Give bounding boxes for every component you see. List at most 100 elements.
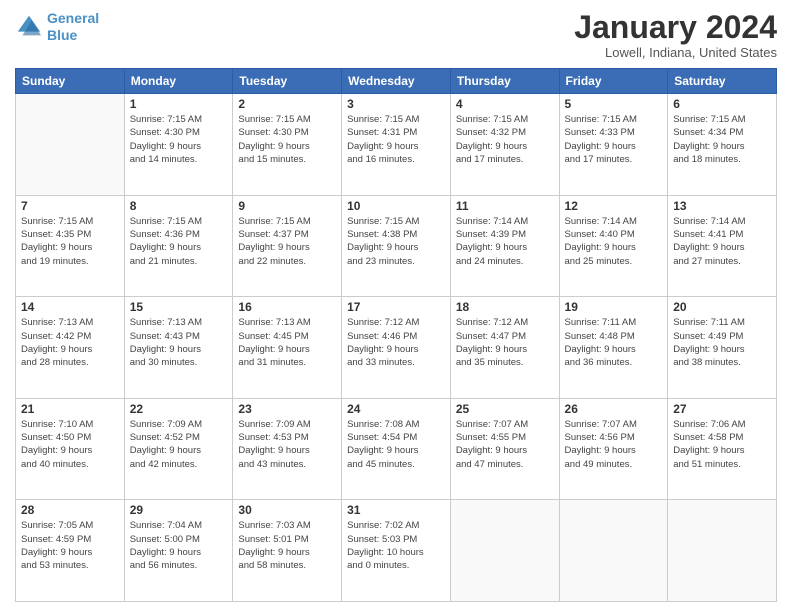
day-number: 11 [456, 199, 554, 213]
logo-line1: General [47, 10, 99, 26]
day-info: Sunrise: 7:06 AMSunset: 4:58 PMDaylight:… [673, 418, 771, 471]
day-number: 19 [565, 300, 663, 314]
day-number: 21 [21, 402, 119, 416]
day-header-wednesday: Wednesday [342, 69, 451, 94]
day-cell: 4 Sunrise: 7:15 AMSunset: 4:32 PMDaylight… [450, 94, 559, 196]
day-cell: 14Sunrise: 7:13 AMSunset: 4:42 PMDayligh… [16, 297, 125, 399]
calendar-table: SundayMondayTuesdayWednesdayThursdayFrid… [15, 68, 777, 602]
week-row-5: 28 Sunrise: 7:05 AMSunset: 4:59 PMDayligh… [16, 500, 777, 602]
day-cell: 21 Sunrise: 7:10 AMSunset: 4:50 PMDayligh… [16, 398, 125, 500]
location: Lowell, Indiana, United States [574, 45, 777, 60]
week-row-4: 21 Sunrise: 7:10 AMSunset: 4:50 PMDayligh… [16, 398, 777, 500]
day-info: Sunrise: 7:09 AMSunset: 4:53 PMDaylight:… [238, 418, 336, 471]
day-info: Sunrise: 7:10 AMSunset: 4:50 PMDaylight:… [21, 418, 119, 471]
day-cell: 27 Sunrise: 7:06 AMSunset: 4:58 PMDayligh… [668, 398, 777, 500]
day-cell: 18 Sunrise: 7:12 AMSunset: 4:47 PMDayligh… [450, 297, 559, 399]
day-info: Sunrise: 7:04 AMSunset: 5:00 PMDaylight:… [130, 519, 228, 572]
week-row-1: 1Sunrise: 7:15 AMSunset: 4:30 PMDaylight… [16, 94, 777, 196]
day-number: 28 [21, 503, 119, 517]
day-info: Sunrise: 7:15 AMSunset: 4:36 PMDaylight:… [130, 215, 228, 268]
day-cell: 30Sunrise: 7:03 AMSunset: 5:01 PMDayligh… [233, 500, 342, 602]
day-number: 9 [238, 199, 336, 213]
day-cell: 19 Sunrise: 7:11 AMSunset: 4:48 PMDayligh… [559, 297, 668, 399]
day-number: 2 [238, 97, 336, 111]
day-info: Sunrise: 7:12 AMSunset: 4:47 PMDaylight:… [456, 316, 554, 369]
day-header-thursday: Thursday [450, 69, 559, 94]
day-number: 22 [130, 402, 228, 416]
day-header-saturday: Saturday [668, 69, 777, 94]
day-info: Sunrise: 7:14 AMSunset: 4:39 PMDaylight:… [456, 215, 554, 268]
day-info: Sunrise: 7:07 AMSunset: 4:55 PMDaylight:… [456, 418, 554, 471]
day-info: Sunrise: 7:15 AMSunset: 4:37 PMDaylight:… [238, 215, 336, 268]
day-number: 6 [673, 97, 771, 111]
day-cell: 2 Sunrise: 7:15 AMSunset: 4:30 PMDaylight… [233, 94, 342, 196]
day-number: 14 [21, 300, 119, 314]
day-cell: 5 Sunrise: 7:15 AMSunset: 4:33 PMDaylight… [559, 94, 668, 196]
day-cell: 8 Sunrise: 7:15 AMSunset: 4:36 PMDaylight… [124, 195, 233, 297]
day-info: Sunrise: 7:13 AMSunset: 4:43 PMDaylight:… [130, 316, 228, 369]
day-number: 26 [565, 402, 663, 416]
logo-text: General Blue [47, 10, 99, 44]
day-cell: 25 Sunrise: 7:07 AMSunset: 4:55 PMDayligh… [450, 398, 559, 500]
day-cell: 16Sunrise: 7:13 AMSunset: 4:45 PMDayligh… [233, 297, 342, 399]
day-number: 18 [456, 300, 554, 314]
day-info: Sunrise: 7:05 AMSunset: 4:59 PMDaylight:… [21, 519, 119, 572]
day-info: Sunrise: 7:15 AMSunset: 4:30 PMDaylight:… [238, 113, 336, 166]
day-cell [559, 500, 668, 602]
day-info: Sunrise: 7:11 AMSunset: 4:48 PMDaylight:… [565, 316, 663, 369]
day-info: Sunrise: 7:02 AMSunset: 5:03 PMDaylight:… [347, 519, 445, 572]
logo-icon [15, 13, 43, 41]
day-info: Sunrise: 7:15 AMSunset: 4:35 PMDaylight:… [21, 215, 119, 268]
day-cell: 22 Sunrise: 7:09 AMSunset: 4:52 PMDayligh… [124, 398, 233, 500]
day-number: 31 [347, 503, 445, 517]
day-cell: 24Sunrise: 7:08 AMSunset: 4:54 PMDayligh… [342, 398, 451, 500]
day-info: Sunrise: 7:12 AMSunset: 4:46 PMDaylight:… [347, 316, 445, 369]
day-info: Sunrise: 7:15 AMSunset: 4:30 PMDaylight:… [130, 113, 228, 166]
day-info: Sunrise: 7:03 AMSunset: 5:01 PMDaylight:… [238, 519, 336, 572]
day-header-friday: Friday [559, 69, 668, 94]
day-number: 4 [456, 97, 554, 111]
day-number: 7 [21, 199, 119, 213]
day-info: Sunrise: 7:15 AMSunset: 4:32 PMDaylight:… [456, 113, 554, 166]
week-row-3: 14Sunrise: 7:13 AMSunset: 4:42 PMDayligh… [16, 297, 777, 399]
day-cell: 15Sunrise: 7:13 AMSunset: 4:43 PMDayligh… [124, 297, 233, 399]
day-number: 10 [347, 199, 445, 213]
day-number: 12 [565, 199, 663, 213]
logo-line2: Blue [47, 27, 77, 43]
day-info: Sunrise: 7:14 AMSunset: 4:40 PMDaylight:… [565, 215, 663, 268]
day-number: 23 [238, 402, 336, 416]
day-number: 3 [347, 97, 445, 111]
month-title: January 2024 [574, 10, 777, 45]
day-cell: 29Sunrise: 7:04 AMSunset: 5:00 PMDayligh… [124, 500, 233, 602]
page: General Blue January 2024 Lowell, Indian… [0, 0, 792, 612]
day-info: Sunrise: 7:09 AMSunset: 4:52 PMDaylight:… [130, 418, 228, 471]
day-number: 13 [673, 199, 771, 213]
day-cell: 7 Sunrise: 7:15 AMSunset: 4:35 PMDaylight… [16, 195, 125, 297]
logo: General Blue [15, 10, 99, 44]
day-info: Sunrise: 7:07 AMSunset: 4:56 PMDaylight:… [565, 418, 663, 471]
day-info: Sunrise: 7:14 AMSunset: 4:41 PMDaylight:… [673, 215, 771, 268]
day-cell [450, 500, 559, 602]
day-number: 17 [347, 300, 445, 314]
day-cell: 28 Sunrise: 7:05 AMSunset: 4:59 PMDayligh… [16, 500, 125, 602]
day-info: Sunrise: 7:15 AMSunset: 4:38 PMDaylight:… [347, 215, 445, 268]
day-cell: 17 Sunrise: 7:12 AMSunset: 4:46 PMDayligh… [342, 297, 451, 399]
day-info: Sunrise: 7:15 AMSunset: 4:31 PMDaylight:… [347, 113, 445, 166]
day-cell: 13 Sunrise: 7:14 AMSunset: 4:41 PMDayligh… [668, 195, 777, 297]
day-cell: 31 Sunrise: 7:02 AMSunset: 5:03 PMDayligh… [342, 500, 451, 602]
day-info: Sunrise: 7:08 AMSunset: 4:54 PMDaylight:… [347, 418, 445, 471]
day-cell: 26 Sunrise: 7:07 AMSunset: 4:56 PMDayligh… [559, 398, 668, 500]
day-cell: 6Sunrise: 7:15 AMSunset: 4:34 PMDaylight… [668, 94, 777, 196]
day-header-tuesday: Tuesday [233, 69, 342, 94]
day-info: Sunrise: 7:15 AMSunset: 4:33 PMDaylight:… [565, 113, 663, 166]
day-cell: 3 Sunrise: 7:15 AMSunset: 4:31 PMDaylight… [342, 94, 451, 196]
day-number: 5 [565, 97, 663, 111]
day-cell: 1Sunrise: 7:15 AMSunset: 4:30 PMDaylight… [124, 94, 233, 196]
day-header-monday: Monday [124, 69, 233, 94]
day-cell [668, 500, 777, 602]
day-info: Sunrise: 7:13 AMSunset: 4:45 PMDaylight:… [238, 316, 336, 369]
day-number: 27 [673, 402, 771, 416]
day-cell [16, 94, 125, 196]
day-number: 8 [130, 199, 228, 213]
day-number: 25 [456, 402, 554, 416]
